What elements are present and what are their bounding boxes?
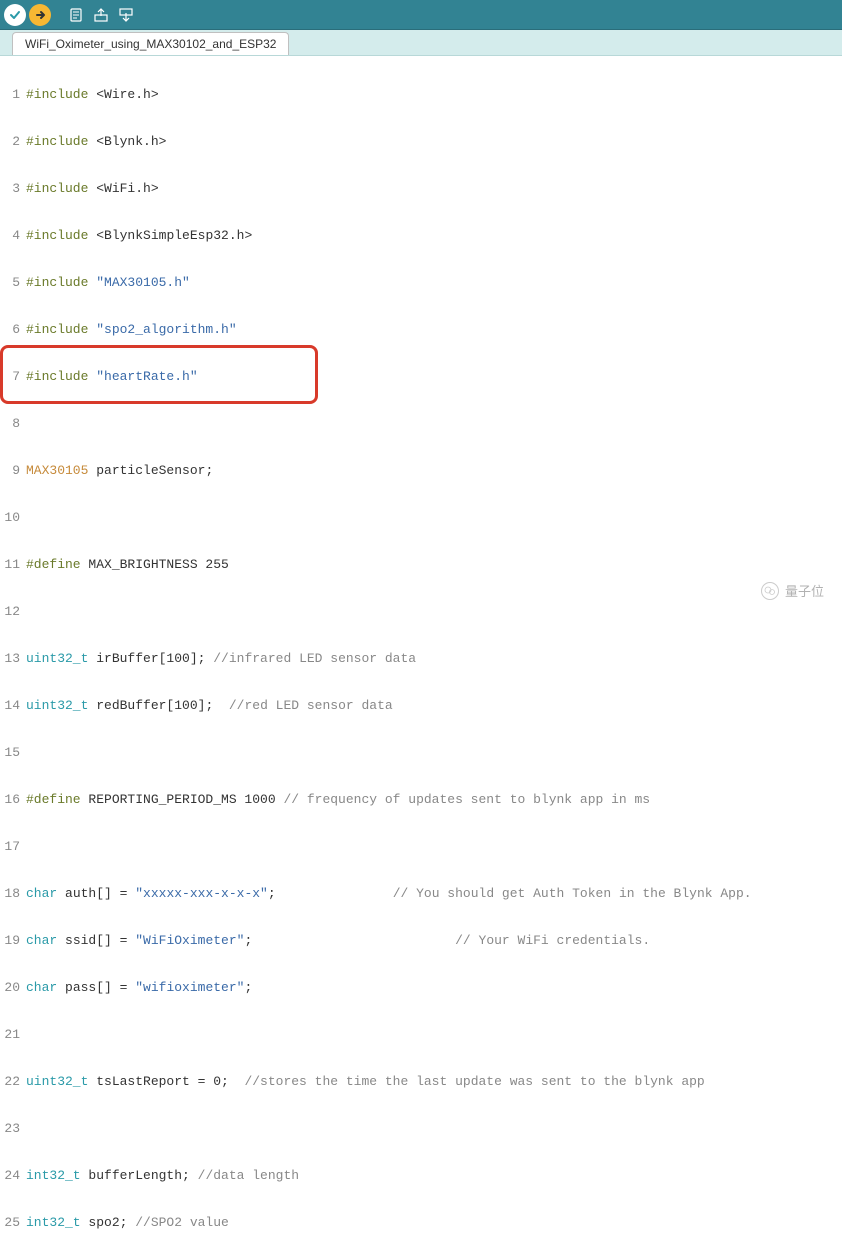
line-number: 1	[0, 86, 26, 103]
line-number: 3	[0, 180, 26, 197]
line-number: 6	[0, 321, 26, 338]
save-button[interactable]	[115, 4, 137, 26]
open-button[interactable]	[90, 4, 112, 26]
verify-button[interactable]	[4, 4, 26, 26]
code-line: int32_t bufferLength; //data length	[26, 1167, 842, 1184]
code-line	[26, 603, 842, 620]
watermark: 量子位	[761, 581, 824, 600]
code-line: #include <BlynkSimpleEsp32.h>	[26, 227, 842, 244]
code-editor[interactable]: 1#include <Wire.h> 2#include <Blynk.h> 3…	[0, 56, 842, 630]
new-file-button[interactable]	[65, 4, 87, 26]
code-line: #include "heartRate.h"	[26, 368, 842, 385]
code-line: char ssid[] = "WiFiOximeter"; // Your Wi…	[26, 932, 842, 949]
code-line: #define REPORTING_PERIOD_MS 1000 // freq…	[26, 791, 842, 808]
code-line	[26, 1026, 842, 1043]
code-line: uint32_t redBuffer[100]; //red LED senso…	[26, 697, 842, 714]
line-number: 7	[0, 368, 26, 385]
code-line: #define MAX_BRIGHTNESS 255	[26, 556, 842, 573]
line-number: 14	[0, 697, 26, 714]
line-number: 5	[0, 274, 26, 291]
line-number: 20	[0, 979, 26, 996]
line-number: 10	[0, 509, 26, 526]
line-number: 23	[0, 1120, 26, 1137]
line-number: 11	[0, 556, 26, 573]
code-line	[26, 1120, 842, 1137]
code-line: #include "spo2_algorithm.h"	[26, 321, 842, 338]
line-number: 17	[0, 838, 26, 855]
line-number: 12	[0, 603, 26, 620]
line-number: 22	[0, 1073, 26, 1090]
line-number: 2	[0, 133, 26, 150]
code-line: #include "MAX30105.h"	[26, 274, 842, 291]
code-line	[26, 415, 842, 432]
code-line	[26, 838, 842, 855]
watermark-text: 量子位	[785, 581, 824, 600]
line-number: 24	[0, 1167, 26, 1184]
code-line: #include <Wire.h>	[26, 86, 842, 103]
file-tab[interactable]: WiFi_Oximeter_using_MAX30102_and_ESP32	[12, 32, 289, 55]
line-number: 4	[0, 227, 26, 244]
line-number: 19	[0, 932, 26, 949]
code-line: int32_t spo2; //SPO2 value	[26, 1214, 842, 1231]
code-line: char auth[] = "xxxxx-xxx-x-x-x"; // You …	[26, 885, 842, 902]
line-number: 25	[0, 1214, 26, 1231]
code-line	[26, 744, 842, 761]
code-line: #include <Blynk.h>	[26, 133, 842, 150]
code-line: #include <WiFi.h>	[26, 180, 842, 197]
line-number: 15	[0, 744, 26, 761]
line-number: 18	[0, 885, 26, 902]
line-number: 8	[0, 415, 26, 432]
code-line: char pass[] = "wifioximeter";	[26, 979, 842, 996]
wechat-icon	[761, 582, 779, 600]
line-number: 16	[0, 791, 26, 808]
code-line: MAX30105 particleSensor;	[26, 462, 842, 479]
upload-button[interactable]	[29, 4, 51, 26]
tab-bar: WiFi_Oximeter_using_MAX30102_and_ESP32	[0, 30, 842, 56]
line-number: 13	[0, 650, 26, 667]
line-number: 21	[0, 1026, 26, 1043]
code-line: uint32_t tsLastReport = 0; //stores the …	[26, 1073, 842, 1090]
line-number: 9	[0, 462, 26, 479]
code-line: uint32_t irBuffer[100]; //infrared LED s…	[26, 650, 842, 667]
toolbar	[0, 0, 842, 30]
code-line	[26, 509, 842, 526]
